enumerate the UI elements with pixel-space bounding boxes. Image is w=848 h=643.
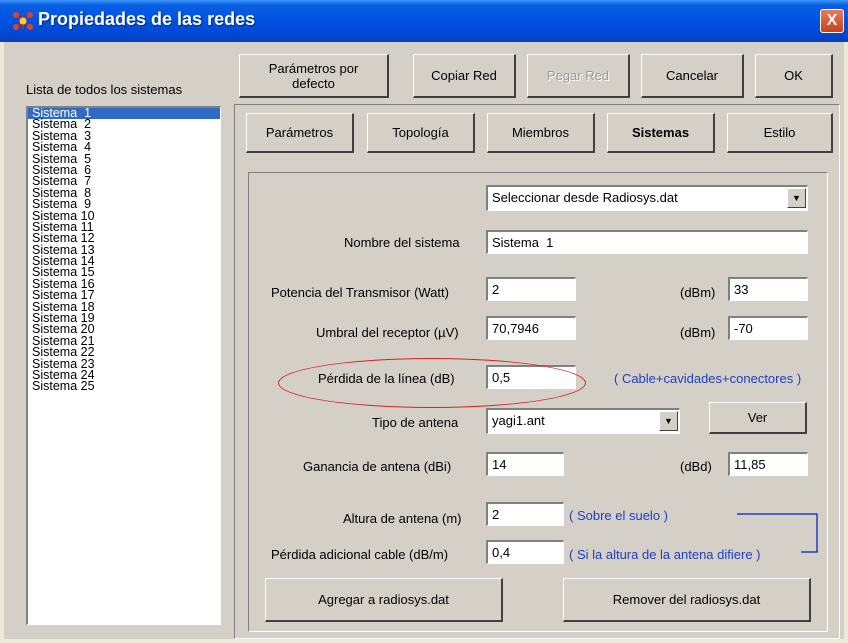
tx-dbm-label: (dBm) <box>680 285 716 300</box>
remove-from-radiosys-label: Remover del radiosys.dat <box>612 592 761 607</box>
extra-loss-input[interactable] <box>486 540 564 564</box>
radiosys-source-select[interactable]: Seleccionar desde Radiosys.dat ▼ <box>486 185 808 211</box>
system-name-label: Nombre del sistema <box>344 235 460 250</box>
paste-network-button[interactable]: Pegar Red <box>527 54 630 98</box>
defaults-button-label: Parámetros por defecto <box>268 60 359 91</box>
ok-label: OK <box>784 68 803 83</box>
tab-topologia[interactable]: Topología <box>367 113 475 153</box>
tab-estilo-label: Estilo <box>763 125 796 140</box>
antenna-dbd-input[interactable] <box>728 452 808 476</box>
antenna-type-select[interactable]: yagi1.ant ▼ <box>486 408 680 434</box>
antenna-height-note: ( Sobre el suelo ) <box>569 508 668 523</box>
radiosys-source-value: Seleccionar desde Radiosys.dat <box>492 190 678 205</box>
extra-loss-note: ( Si la altura de la antena difiere ) <box>569 547 761 562</box>
antenna-type-label: Tipo de antena <box>372 415 459 430</box>
defaults-button[interactable]: Parámetros por defecto <box>239 54 389 98</box>
title-bar[interactable]: Propiedades de las redes X <box>0 0 848 42</box>
ok-button[interactable]: OK <box>755 54 833 98</box>
line-loss-note: ( Cable+cavidades+conectores ) <box>614 371 802 386</box>
add-to-radiosys-button[interactable]: Agregar a radiosys.dat <box>265 578 503 622</box>
tab-sistemas[interactable]: Sistemas <box>607 113 715 153</box>
antenna-dbd-label: (dBd) <box>680 459 712 474</box>
line-loss-input[interactable] <box>486 365 576 389</box>
window-title: Propiedades de las redes <box>38 9 256 29</box>
antenna-type-value: yagi1.ant <box>492 413 545 428</box>
tab-estilo[interactable]: Estilo <box>727 113 833 153</box>
rx-threshold-input[interactable] <box>486 316 576 340</box>
tab-miembros-label: Miembros <box>511 125 570 140</box>
dropdown-arrow-icon[interactable]: ▼ <box>659 411 678 431</box>
list-item[interactable]: Sistema 25 <box>28 380 220 393</box>
remove-from-radiosys-button[interactable]: Remover del radiosys.dat <box>563 578 811 622</box>
tab-parametros-label: Parámetros <box>265 125 334 140</box>
view-antenna-label: Ver <box>747 410 768 425</box>
rx-dbm-input[interactable] <box>728 316 808 340</box>
antenna-gain-input[interactable] <box>486 452 564 476</box>
systems-listbox[interactable]: Sistema 1 Sistema 2 Sistema 3 Sistema 4 Sist… <box>26 106 221 625</box>
tab-parametros[interactable]: Parámetros <box>246 113 354 153</box>
tab-topologia-label: Topología <box>392 125 449 140</box>
extra-loss-label: Pérdida adicional cable (dB/m) <box>271 547 449 562</box>
cancel-button[interactable]: Cancelar <box>641 54 744 98</box>
line-loss-label: Pérdida de la línea (dB) <box>318 371 455 386</box>
dropdown-arrow-icon[interactable]: ▼ <box>787 188 806 208</box>
tab-sistemas-label: Sistemas <box>631 125 690 140</box>
rx-dbm-label: (dBm) <box>680 325 716 340</box>
close-icon: X <box>826 12 838 29</box>
cancel-label: Cancelar <box>665 68 719 83</box>
antenna-height-label: Altura de antena (m) <box>343 511 462 526</box>
add-to-radiosys-label: Agregar a radiosys.dat <box>318 592 449 607</box>
close-button[interactable]: X <box>820 9 844 33</box>
network-icon <box>13 12 33 30</box>
copy-network-button[interactable]: Copiar Red <box>413 54 516 98</box>
tx-dbm-input[interactable] <box>728 277 808 301</box>
system-name-input[interactable] <box>486 230 808 254</box>
antenna-gain-label: Ganancia de antena (dBi) <box>303 459 452 474</box>
tx-power-label: Potencia del Transmisor (Watt) <box>271 285 449 300</box>
tx-power-input[interactable] <box>486 277 576 301</box>
tab-miembros[interactable]: Miembros <box>487 113 595 153</box>
view-antenna-button[interactable]: Ver <box>709 402 807 434</box>
rx-threshold-label: Umbral del receptor (µV) <box>316 325 459 340</box>
paste-network-label: Pegar Red <box>546 68 610 83</box>
systems-list-label: Lista de todos los sistemas <box>26 82 183 97</box>
bracket-connector <box>737 513 818 553</box>
copy-network-label: Copiar Red <box>431 68 497 83</box>
antenna-height-input[interactable] <box>486 502 564 526</box>
